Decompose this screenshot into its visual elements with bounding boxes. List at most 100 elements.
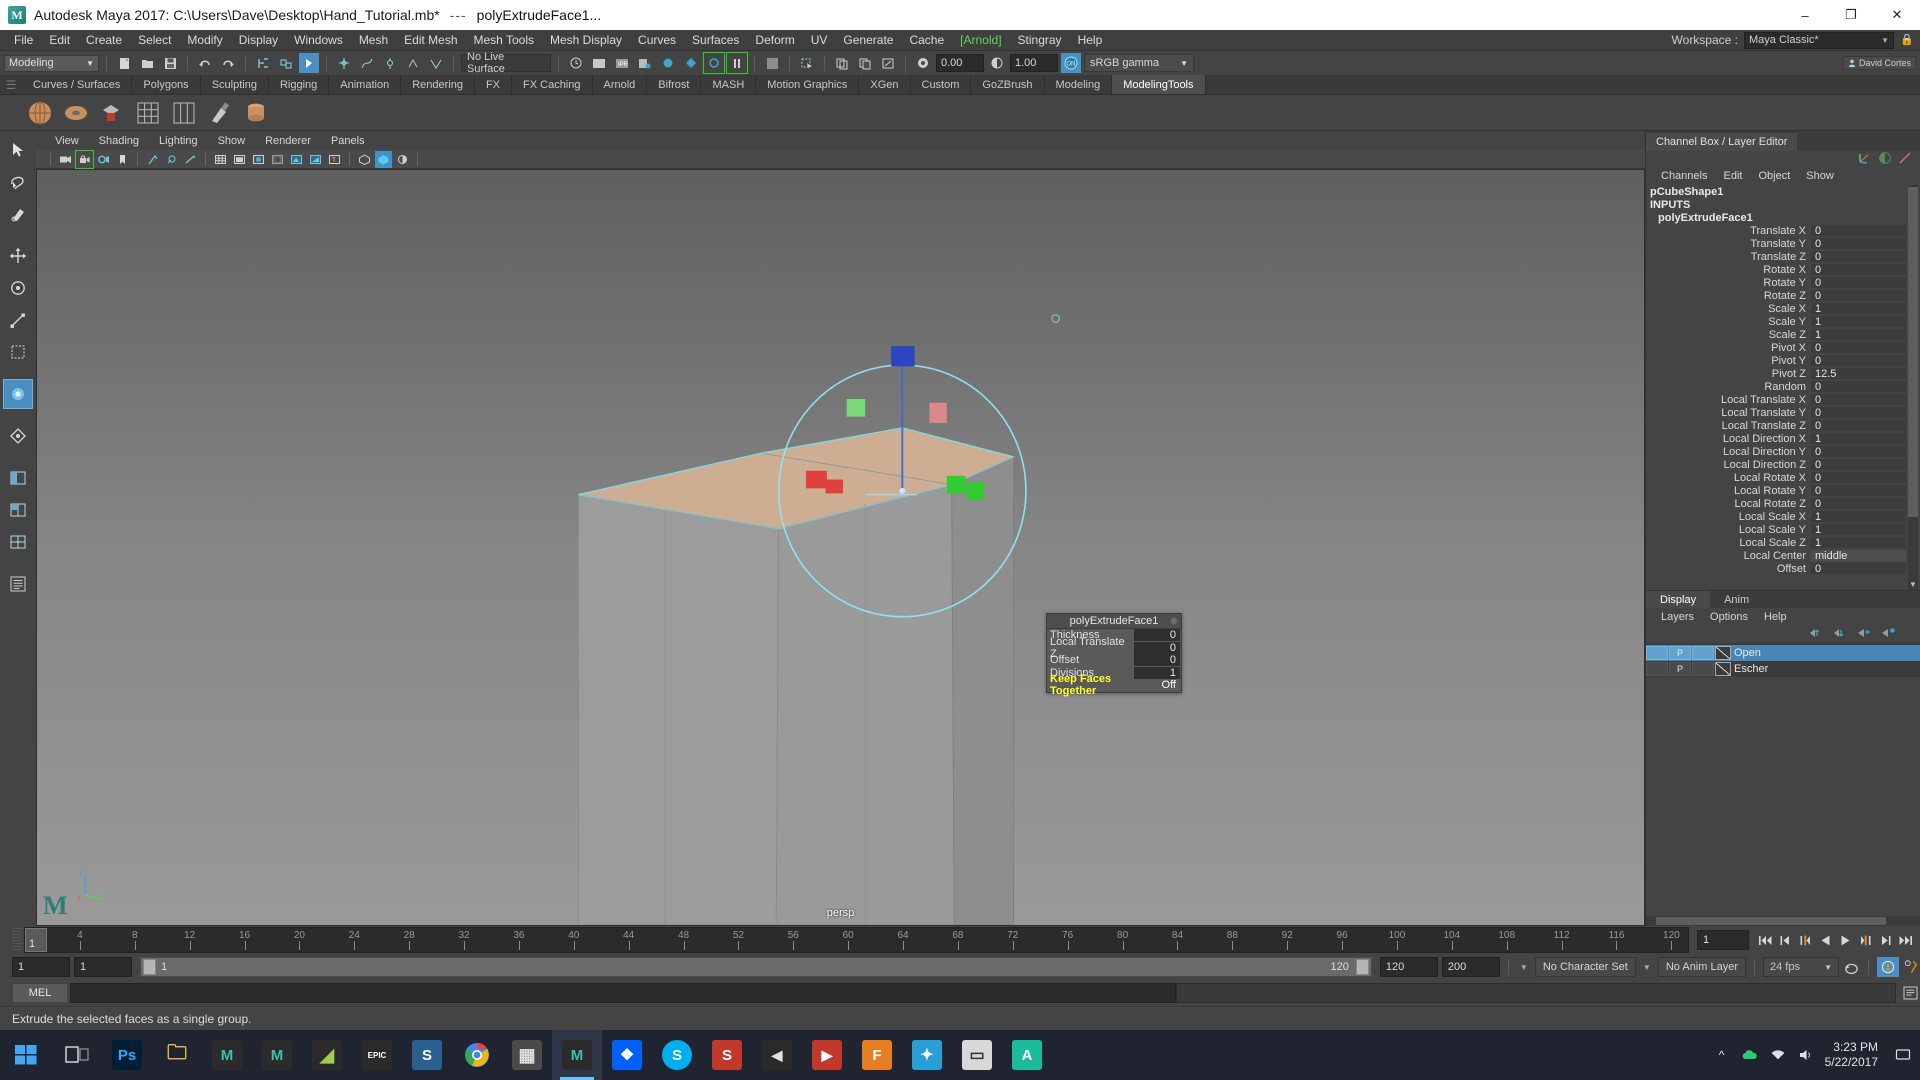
snap-to-point-icon[interactable] — [380, 53, 400, 73]
hud-close-icon[interactable] — [1170, 617, 1178, 625]
menu-windows[interactable]: Windows — [286, 31, 351, 49]
outliner-panel-button[interactable] — [3, 569, 33, 599]
script-editor-icon[interactable] — [1900, 983, 1920, 1003]
layer-menu-help[interactable]: Help — [1757, 611, 1794, 623]
channel-box-scrollbar[interactable]: ▲ ▼ — [1908, 185, 1918, 590]
command-input-field[interactable] — [70, 983, 1176, 1003]
channel-value[interactable]: middle — [1811, 549, 1906, 562]
maximize-button[interactable]: ❐ — [1828, 0, 1874, 30]
range-start-handle[interactable] — [143, 959, 156, 975]
anim-layer-chevron-icon[interactable]: ▼ — [1640, 957, 1654, 977]
texture-toggle-icon[interactable]: T — [326, 151, 343, 168]
taskbar-app-fusion[interactable]: F — [852, 1030, 902, 1080]
channel-value[interactable]: 0 — [1811, 250, 1906, 263]
task-view-button[interactable] — [52, 1030, 102, 1080]
character-set-chevron-icon[interactable]: ▼ — [1517, 957, 1531, 977]
loop-playback-icon[interactable] — [1843, 959, 1860, 976]
live-surface-field[interactable]: No Live Surface — [461, 51, 551, 75]
channel-value[interactable]: 1 — [1811, 302, 1906, 315]
scale-tool[interactable] — [3, 305, 33, 335]
soft-select-tool[interactable] — [3, 379, 33, 409]
hud-row-keep-faces-together[interactable]: Keep Faces Together Off — [1047, 673, 1181, 697]
volume-icon[interactable] — [1797, 1046, 1815, 1064]
fps-select[interactable]: 24 fps ▼ — [1763, 957, 1839, 977]
menu-arnold[interactable]: [Arnold] — [952, 31, 1009, 49]
taskbar-app-file-explorer[interactable]: 🗀 — [152, 1030, 202, 1080]
animation-preferences-icon[interactable] — [1903, 959, 1920, 976]
channel-row-local-scale-z[interactable]: Local Scale Z 1 — [1646, 536, 1920, 549]
menu-display[interactable]: Display — [231, 31, 286, 49]
channel-value[interactable]: 0 — [1811, 341, 1906, 354]
channel-box-toggle-icon[interactable] — [1856, 151, 1872, 168]
channel-value[interactable]: 0 — [1811, 497, 1906, 510]
menu-cache[interactable]: Cache — [901, 31, 952, 49]
taskbar-app-substance-painter[interactable]: S — [702, 1030, 752, 1080]
range-end-handle[interactable] — [1355, 959, 1369, 975]
arnold-ipr-icon[interactable] — [726, 52, 748, 74]
lasso-tool[interactable] — [3, 167, 33, 197]
clock[interactable]: 3:23 PM 5/22/2017 — [1825, 1040, 1884, 1070]
open-scene-button[interactable] — [137, 53, 157, 73]
shelf-extrude-icon[interactable] — [96, 97, 128, 129]
film-gate-icon[interactable] — [182, 151, 199, 168]
menu-deform[interactable]: Deform — [747, 31, 802, 49]
channel-value[interactable]: 0 — [1811, 419, 1906, 432]
channel-row-local-center[interactable]: Local Center middle — [1646, 549, 1920, 562]
channel-row-local-direction-x[interactable]: Local Direction X 1 — [1646, 432, 1920, 445]
layer-color-swatch[interactable] — [1715, 646, 1731, 660]
shelf-grip-handle[interactable]: ☰ — [0, 75, 22, 94]
textured-mode-icon[interactable] — [250, 151, 267, 168]
hypershade-icon[interactable] — [658, 53, 678, 73]
menuset-select[interactable]: Modeling ▼ — [4, 54, 99, 72]
channel-row-local-translate-z[interactable]: Local Translate Z 0 — [1646, 419, 1920, 432]
right-panel-horizontal-scrollbar[interactable] — [1646, 916, 1920, 926]
taskbar-app-speaker[interactable]: ◀ — [752, 1030, 802, 1080]
taskbar-app-mixamo[interactable]: ✦ — [902, 1030, 952, 1080]
layout-four-pane[interactable] — [3, 527, 33, 557]
step-back-key-button[interactable] — [1777, 932, 1794, 949]
layer-list[interactable]: P Open P Escher — [1646, 643, 1920, 677]
camera-attributes-icon[interactable] — [57, 151, 74, 168]
layer-type-cell[interactable] — [1692, 646, 1714, 660]
user-badge[interactable]: David Cortes — [1842, 56, 1916, 70]
hud-row-offset[interactable]: Offset 0 — [1047, 654, 1181, 667]
timeline-grip-handle[interactable] — [12, 928, 22, 952]
channel-value[interactable]: 12.5 — [1811, 367, 1906, 380]
scroll-down-icon[interactable]: ▼ — [1908, 580, 1918, 590]
layer-visibility-cell[interactable] — [1646, 662, 1668, 676]
channel-menu-channels[interactable]: Channels — [1654, 170, 1714, 182]
shelf-tab-rigging[interactable]: Rigging — [269, 75, 330, 94]
channel-value[interactable]: 1 — [1811, 536, 1906, 549]
shelf-tab-modelingtools[interactable]: ModelingTools — [1112, 75, 1206, 94]
create-empty-layer-icon[interactable] — [1857, 627, 1872, 642]
channel-box-body[interactable]: pCubeShape1 INPUTS polyExtrudeFace1 Tran… — [1646, 185, 1920, 590]
shelf-tab-curves-surfaces[interactable]: Curves / Surfaces — [22, 75, 133, 94]
taskbar-app-chrome[interactable] — [452, 1030, 502, 1080]
menu-stingray[interactable]: Stingray — [1010, 31, 1070, 49]
tab-anim-layers[interactable]: Anim — [1710, 591, 1764, 608]
shelf-tab-sculpting[interactable]: Sculpting — [201, 75, 269, 94]
layer-menu-layers[interactable]: Layers — [1654, 611, 1701, 623]
channel-input-node[interactable]: polyExtrudeFace1 — [1646, 211, 1920, 224]
menu-curves[interactable]: Curves — [630, 31, 684, 49]
rotate-tool[interactable] — [3, 273, 33, 303]
channel-value[interactable]: 0 — [1811, 445, 1906, 458]
channel-row-rotate-x[interactable]: Rotate X 0 — [1646, 263, 1920, 276]
shelf-tab-animation[interactable]: Animation — [329, 75, 402, 94]
channel-value[interactable]: 1 — [1811, 432, 1906, 445]
channel-row-rotate-z[interactable]: Rotate Z 0 — [1646, 289, 1920, 302]
viewport-menu-shading[interactable]: Shading — [90, 134, 148, 148]
minimize-button[interactable]: – — [1782, 0, 1828, 30]
step-forward-key-button[interactable] — [1877, 932, 1894, 949]
wireframe-mode-icon[interactable] — [212, 151, 229, 168]
arnold-render-icon[interactable] — [703, 52, 725, 74]
script-language-tab[interactable]: MEL — [12, 983, 68, 1003]
channel-value[interactable]: 0 — [1811, 276, 1906, 289]
bookmark-icon[interactable] — [114, 151, 131, 168]
channel-row-translate-z[interactable]: Translate Z 0 — [1646, 250, 1920, 263]
taskbar-app-maya-2[interactable]: M — [252, 1030, 302, 1080]
snap-to-view-plane-icon[interactable] — [426, 53, 446, 73]
channel-value[interactable]: 0 — [1811, 406, 1906, 419]
viewport-menu-lighting[interactable]: Lighting — [150, 134, 207, 148]
play-backwards-button[interactable] — [1817, 932, 1834, 949]
